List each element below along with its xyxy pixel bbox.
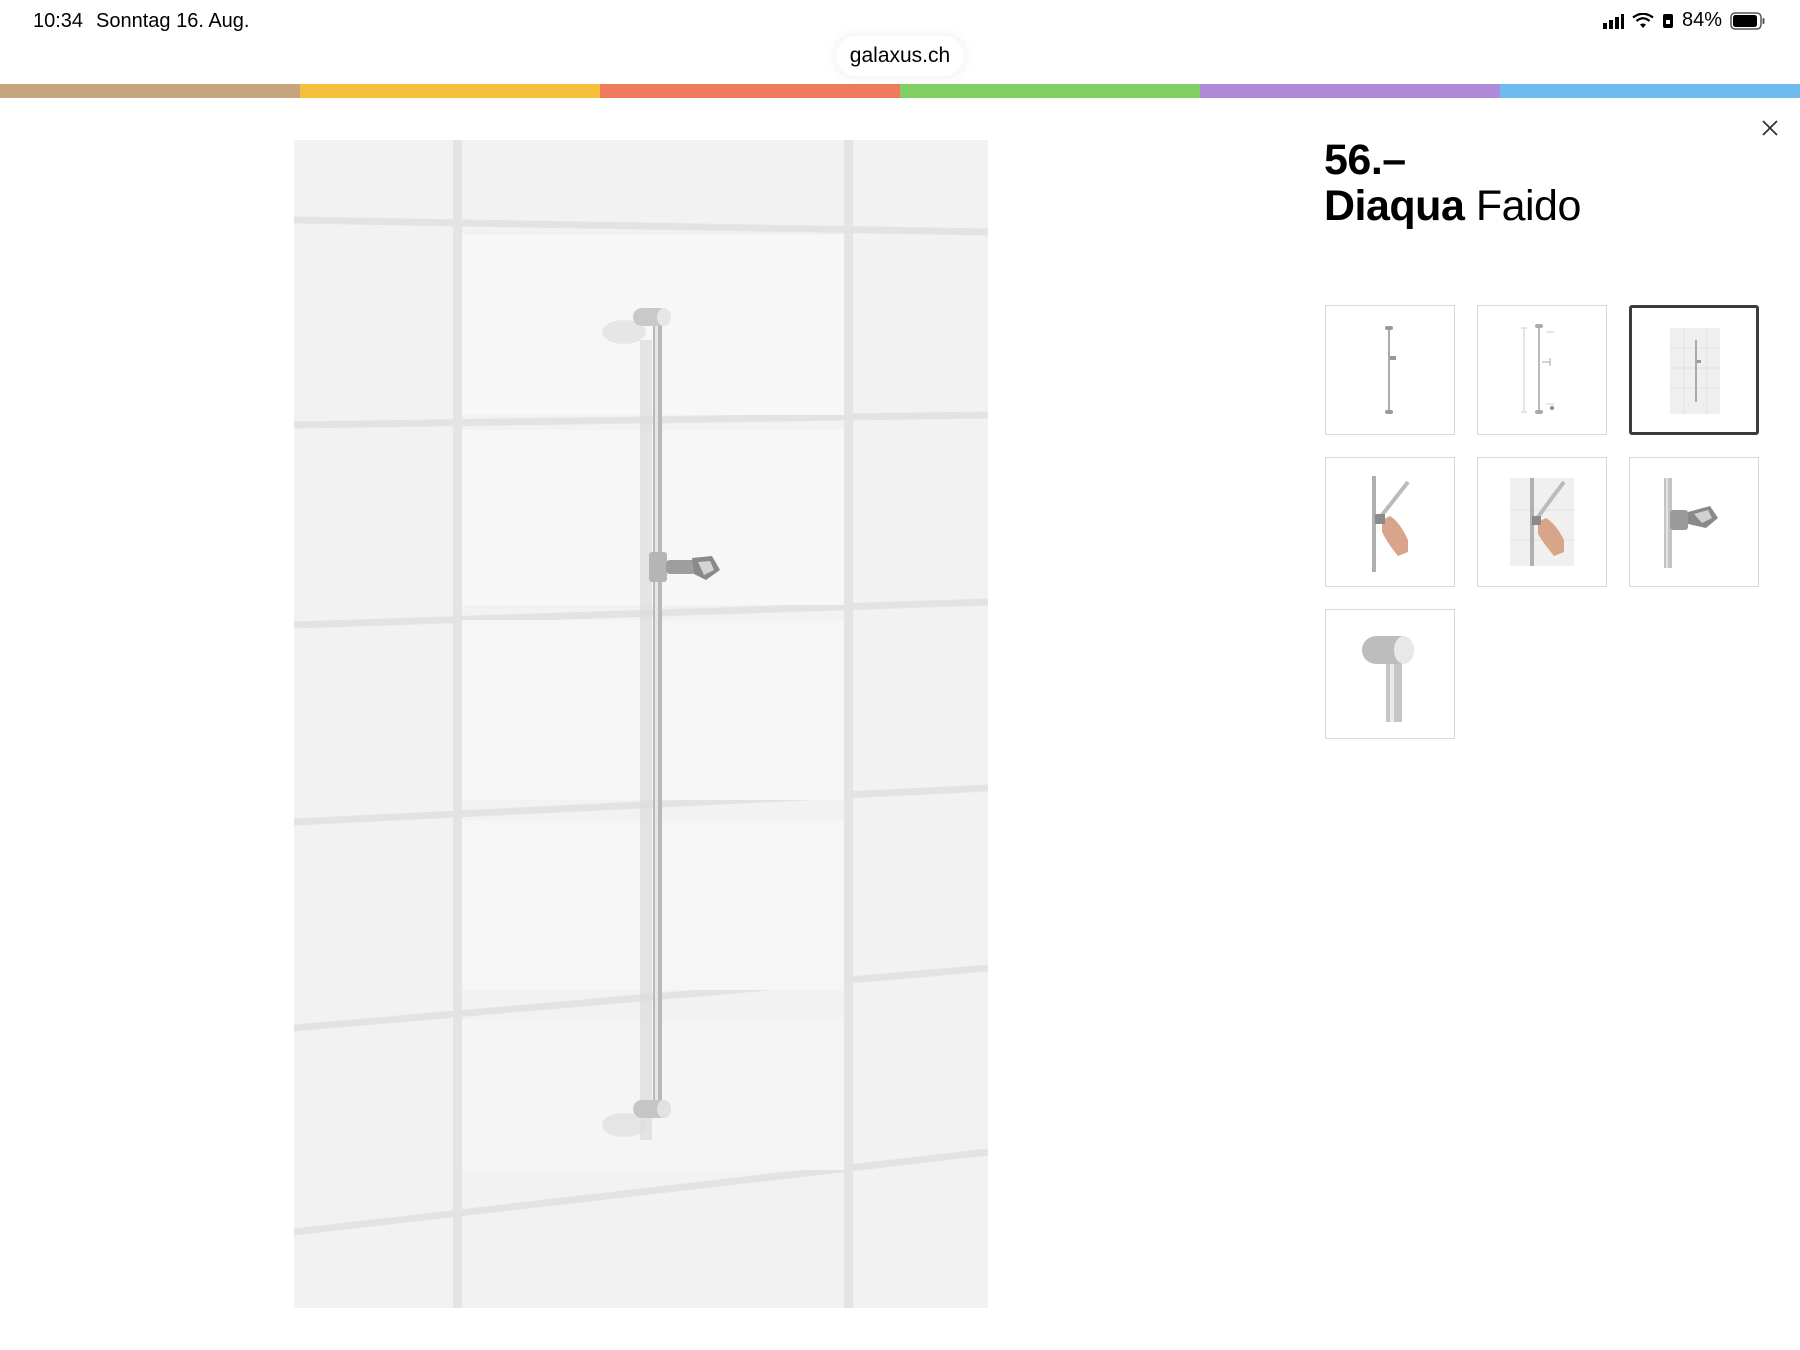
thumbnail-5[interactable] (1477, 457, 1607, 587)
color-strip-segment (1500, 84, 1800, 98)
thumbnail-6[interactable] (1629, 457, 1759, 587)
color-strip-segment (1200, 84, 1500, 98)
rail-end-cap-closeup-icon (1362, 636, 1414, 722)
close-button[interactable] (1756, 114, 1784, 142)
product-price: 56.– (1324, 136, 1406, 184)
product-title: Diaqua Faido (1324, 182, 1581, 231)
wifi-icon (1632, 12, 1654, 28)
thumbnail-1[interactable] (1325, 305, 1455, 435)
thumbnail-7[interactable] (1325, 609, 1455, 739)
status-date: Sonntag 16. Aug. (96, 10, 250, 32)
color-strip-segment (300, 84, 600, 98)
thumbnail-4[interactable] (1325, 457, 1455, 587)
thumbnail-2[interactable] (1477, 305, 1607, 435)
hand-adjusting-shower-holder-tiles-icon (1510, 478, 1574, 566)
battery-percentage: 84% (1681, 9, 1722, 31)
color-strip-segment (0, 84, 300, 98)
battery-icon (1730, 11, 1765, 30)
url-bar[interactable]: galaxus.ch (836, 36, 964, 76)
main-product-image[interactable] (294, 140, 988, 1308)
hand-adjusting-shower-holder-icon (1372, 476, 1410, 572)
product-name: Faido (1475, 182, 1582, 230)
shower-holder-closeup-icon (1664, 478, 1718, 568)
thumbnail-gallery (1325, 305, 1761, 739)
cellular-signal-icon (1602, 13, 1624, 29)
product-brand[interactable]: Diaqua (1324, 182, 1465, 230)
thumbnail-3[interactable] (1629, 305, 1759, 435)
brand-color-strip (0, 84, 1800, 98)
shower-rail-dimension-drawing-icon (1521, 324, 1554, 414)
close-icon (1762, 120, 1778, 136)
color-strip-segment (600, 84, 900, 98)
url-text: galaxus.ch (849, 44, 951, 67)
status-indicators: 84% (1602, 9, 1766, 32)
portrait-lock-icon (1662, 13, 1673, 28)
shower-rail-front-view-icon (1385, 326, 1396, 414)
shower-rail-on-tiles-icon (1670, 328, 1720, 414)
color-strip-segment (900, 84, 1200, 98)
shower-rail-on-tiles-icon (294, 140, 988, 1308)
status-time: 10:34 (33, 10, 84, 32)
